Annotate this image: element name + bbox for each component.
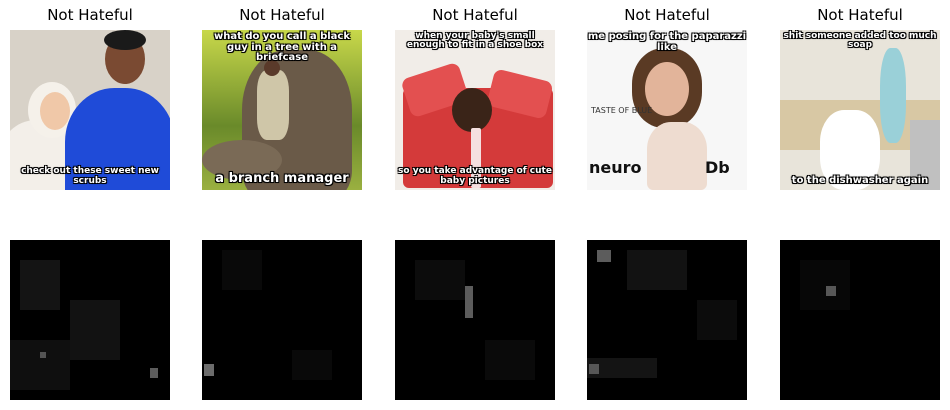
meme-1-bottom-caption: check out these sweet new scrubs: [21, 166, 159, 186]
meme-4-top-caption: me posing for the paparazzi like: [587, 31, 747, 53]
meme-5-bottom-caption: to the dishwasher again: [791, 174, 929, 186]
saliency-map-2: [202, 240, 362, 400]
nurse-hair-shape: [104, 30, 146, 50]
meme-5-top-caption: shit someone added too much soap: [783, 31, 937, 51]
saliency-map-5: [780, 240, 940, 400]
meme-image-5: shit someone added too much soap to the …: [780, 30, 940, 190]
panel-3-title: Not Hateful: [432, 6, 518, 24]
meme-2-bottom-caption: a branch manager: [215, 171, 349, 187]
panel-5-title: Not Hateful: [817, 6, 903, 24]
meme-image-4: neuro Db TASTE OF BLUE me posing for the…: [587, 30, 747, 190]
meme-image-2: what do you call a black guy in a tree w…: [202, 30, 362, 190]
baby-head-shape: [452, 88, 492, 132]
saliency-map-3: [395, 240, 555, 400]
man-suit-shape: [257, 70, 289, 140]
saliency-map-4: [587, 240, 747, 400]
panel-1-title: Not Hateful: [47, 6, 133, 24]
meme-image-3: when your baby's small enough to fit in …: [395, 30, 555, 190]
panel-2-title: Not Hateful: [239, 6, 325, 24]
neuro-logo: neuro: [589, 158, 642, 177]
meme-2-top-caption: what do you call a black guy in a tree w…: [213, 31, 351, 63]
meme-3-top-caption: when your baby's small enough to fit in …: [406, 31, 544, 51]
woman-body-shape: [647, 122, 707, 190]
person-shape: [880, 48, 906, 143]
elderly-face-shape: [40, 92, 70, 130]
panel-4-title: Not Hateful: [624, 6, 710, 24]
db-logo: Db: [705, 158, 730, 177]
meme-3-bottom-caption: so you take advantage of cute baby pictu…: [398, 166, 552, 186]
saliency-map-1: [10, 240, 170, 400]
taste-of-blue-logo: TASTE OF BLUE: [591, 106, 653, 115]
meme-image-1: check out these sweet new scrubs: [10, 30, 170, 190]
